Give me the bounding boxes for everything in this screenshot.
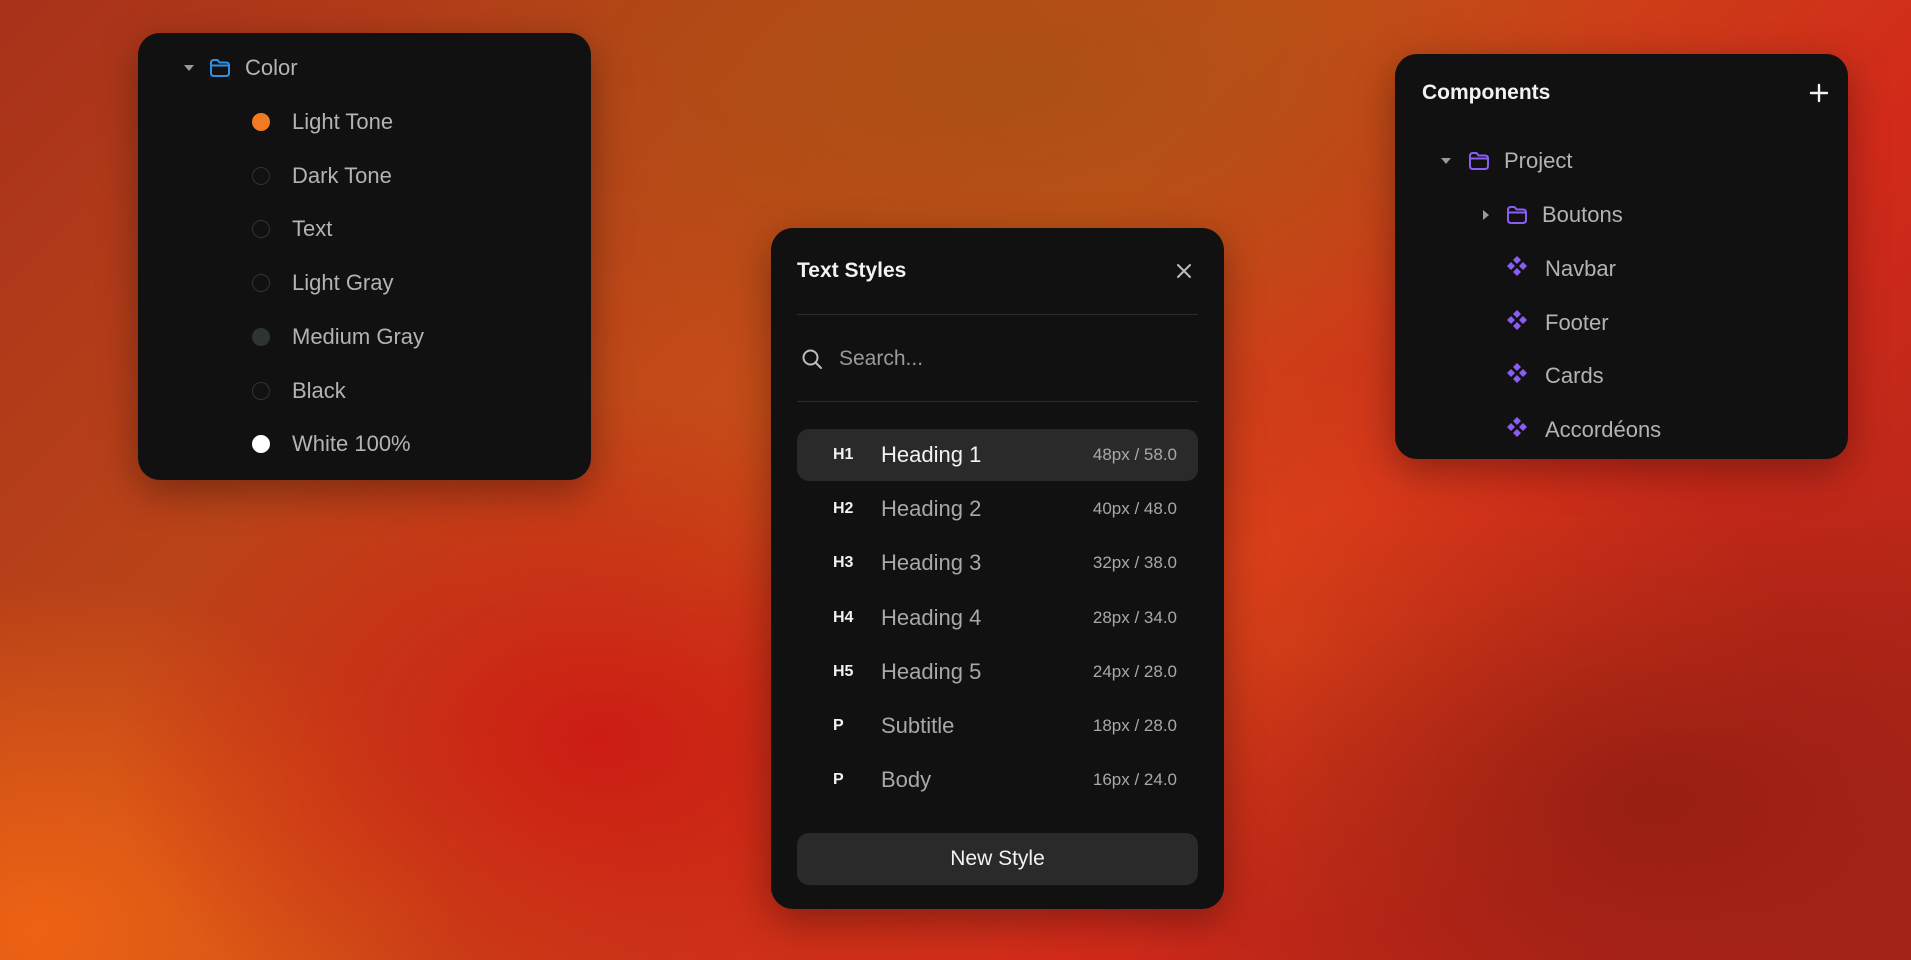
panel-title: Components xyxy=(1422,81,1551,104)
component-item-label: Accordéons xyxy=(1545,417,1662,443)
folder-icon xyxy=(1506,205,1528,225)
component-item[interactable]: Footer xyxy=(1506,308,1609,338)
color-styles-panel: Color Light Tone Dark Tone Text Light Gray M… xyxy=(138,33,591,480)
boutons-folder-label: Boutons xyxy=(1542,202,1623,227)
style-tag: H2 xyxy=(833,500,854,518)
style-name: Heading 1 xyxy=(881,442,982,467)
component-icon xyxy=(1506,309,1528,337)
folder-icon xyxy=(209,58,231,78)
project-folder-row[interactable]: Project xyxy=(1441,146,1572,176)
panel-title: Text Styles xyxy=(797,259,907,282)
text-style-row[interactable]: H5 Heading 5 24px / 28.0 xyxy=(797,646,1198,698)
color-item[interactable]: Text xyxy=(252,214,332,244)
component-item[interactable]: Navbar xyxy=(1506,254,1616,284)
component-icon xyxy=(1506,255,1528,283)
component-item-label: Footer xyxy=(1545,309,1609,335)
style-tag: H4 xyxy=(833,608,854,626)
color-item[interactable]: Medium Gray xyxy=(252,322,424,352)
project-folder-label: Project xyxy=(1504,148,1573,173)
style-name: Heading 4 xyxy=(881,604,982,630)
close-icon xyxy=(1177,264,1191,278)
style-tag: H3 xyxy=(833,554,854,572)
color-item-label: Light Gray xyxy=(292,270,394,296)
style-tag: H1 xyxy=(833,446,854,463)
color-swatch xyxy=(252,381,270,400)
style-name: Heading 5 xyxy=(881,658,982,684)
style-size: 24px / 28.0 xyxy=(1092,661,1177,681)
component-item[interactable]: Cards xyxy=(1506,361,1604,391)
style-name: Heading 3 xyxy=(881,550,982,576)
style-size: 40px / 48.0 xyxy=(1092,499,1177,519)
style-size: 18px / 28.0 xyxy=(1092,716,1177,735)
text-style-row[interactable]: P Body 16px / 24.0 xyxy=(797,754,1198,806)
caret-down-icon[interactable] xyxy=(1441,158,1451,164)
component-item-label: Cards xyxy=(1545,363,1604,389)
color-folder-label: Color xyxy=(245,55,298,80)
color-item-label: Black xyxy=(292,377,346,403)
style-size: 48px / 58.0 xyxy=(1092,445,1177,464)
text-style-row[interactable]: H4 Heading 4 28px / 34.0 xyxy=(797,592,1198,644)
style-size: 28px / 34.0 xyxy=(1092,607,1177,627)
color-item-label: Text xyxy=(292,216,333,242)
color-item[interactable]: Light Tone xyxy=(252,107,393,137)
components-panel: Components Project Boutons Navbar Footer C… xyxy=(1395,54,1848,459)
search-input[interactable] xyxy=(839,342,1179,376)
style-size: 16px / 24.0 xyxy=(1092,770,1177,790)
new-style-button[interactable]: New Style xyxy=(797,833,1198,885)
boutons-folder-row[interactable]: Boutons xyxy=(1483,200,1623,230)
style-tag: P xyxy=(833,717,844,734)
color-swatch xyxy=(252,435,270,454)
color-item[interactable]: Black xyxy=(252,376,346,406)
component-item-label: Navbar xyxy=(1545,256,1616,281)
color-folder-row[interactable]: Color xyxy=(184,53,298,83)
divider xyxy=(797,401,1198,402)
style-tag: H5 xyxy=(833,662,854,680)
folder-icon xyxy=(1468,151,1490,171)
color-item[interactable]: Light Gray xyxy=(252,268,394,298)
component-item[interactable]: Accordéons xyxy=(1506,415,1661,445)
color-swatch xyxy=(252,113,270,131)
search-icon xyxy=(801,348,823,375)
text-styles-panel: Text Styles H1 Heading 1 48px / 58.0 H2 Head… xyxy=(771,228,1224,909)
text-style-row[interactable]: P Subtitle 18px / 28.0 xyxy=(797,700,1198,752)
close-button[interactable] xyxy=(1176,263,1192,284)
color-item-label: Medium Gray xyxy=(292,323,425,349)
text-style-row[interactable]: H2 Heading 2 40px / 48.0 xyxy=(797,483,1198,535)
plus-icon xyxy=(1809,83,1829,103)
style-size: 32px / 38.0 xyxy=(1092,553,1177,573)
color-item-label: Light Tone xyxy=(292,109,394,134)
color-swatch xyxy=(252,274,270,293)
color-swatch xyxy=(252,220,270,239)
caret-down-icon[interactable] xyxy=(184,65,194,71)
color-item[interactable]: Dark Tone xyxy=(252,161,392,191)
color-swatch xyxy=(252,166,270,185)
text-style-row[interactable]: H3 Heading 3 32px / 38.0 xyxy=(797,537,1198,589)
style-name: Body xyxy=(881,767,932,793)
style-tag: P xyxy=(833,771,844,789)
color-item-label: White 100% xyxy=(292,431,411,457)
color-item-label: Dark Tone xyxy=(292,162,392,188)
style-name: Subtitle xyxy=(881,713,955,738)
style-name: Heading 2 xyxy=(881,496,982,522)
component-icon xyxy=(1506,416,1528,444)
color-item[interactable]: White 100% xyxy=(252,429,411,459)
text-style-row[interactable]: H1 Heading 1 48px / 58.0 xyxy=(797,429,1198,481)
component-icon xyxy=(1506,362,1528,390)
color-swatch xyxy=(252,327,270,346)
divider xyxy=(797,314,1198,315)
add-button[interactable] xyxy=(1809,83,1829,108)
caret-right-icon[interactable] xyxy=(1483,210,1489,220)
